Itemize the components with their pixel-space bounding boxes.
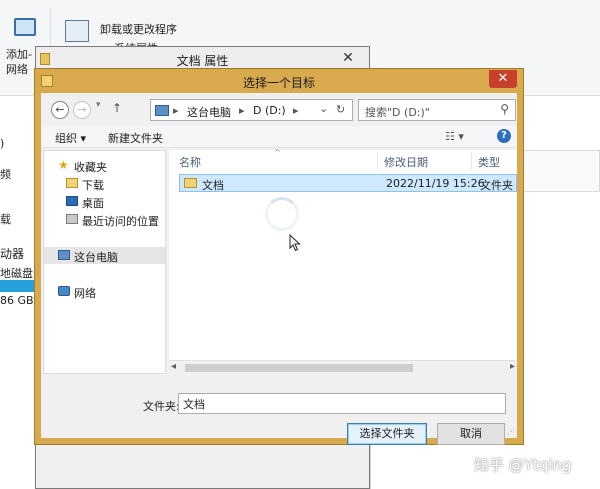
up-button[interactable]: ↑ — [112, 101, 122, 115]
breadcrumb-d-drive[interactable]: D (D:) — [253, 104, 286, 117]
uninstall-program-link[interactable]: 卸载或更改程序 — [100, 21, 177, 37]
star-icon: ★ — [58, 158, 69, 172]
search-icon[interactable]: ⚲ — [500, 102, 509, 116]
breadcrumb-separator[interactable]: ▸ — [293, 104, 299, 117]
recent-places-icon — [66, 214, 78, 224]
back-button[interactable]: ← — [51, 101, 69, 119]
close-button[interactable]: ✕ — [489, 70, 517, 88]
select-folder-button[interactable]: 选择文件夹 — [347, 423, 427, 445]
loading-spinner-icon — [265, 197, 299, 231]
computer-icon — [155, 105, 169, 116]
sidebar-item-label: 下载 — [82, 179, 104, 192]
forward-button[interactable]: → — [73, 101, 91, 119]
ribbon-add-label: 添加- — [6, 48, 32, 61]
sidebar-item-downloads[interactable]: 下载 — [44, 175, 165, 192]
refresh-icon[interactable]: ↻ — [336, 103, 345, 116]
sidebar-item-this-pc[interactable]: 这台电脑 — [44, 247, 165, 264]
sidebar-item-label: 桌面 — [82, 197, 104, 210]
folder-field-label: 文件夹: — [143, 400, 180, 413]
dialog-titlebar: 选择一个目标 ✕ — [35, 69, 523, 93]
command-bar: 组织 ▾ 新建文件夹 ☷ ▾ ? — [41, 126, 517, 148]
download-folder-icon — [66, 178, 78, 188]
bg-left-label: 86 GB — [0, 294, 34, 307]
dialog-title: 选择一个目标 — [242, 76, 315, 90]
sidebar-item-recent[interactable]: 最近访问的位置 — [44, 211, 165, 228]
sidebar-item-desktop[interactable]: 桌面 — [44, 193, 165, 210]
scroll-right-icon[interactable]: ▸ — [510, 361, 515, 372]
column-header-type[interactable]: 类型 — [478, 154, 500, 176]
dialog-footer: 文件夹: 选择文件夹 取消 ⋰ — [41, 376, 517, 445]
sidebar-item-label: 网络 — [74, 287, 96, 300]
column-separator[interactable] — [471, 152, 472, 170]
dialog-body: ← → ▾ ↑ ▸ 这台电脑 ▸ D (D:) ▸ ⌄ ↻ 搜索"D (D:)"… — [41, 93, 517, 445]
sidebar-item-favorites[interactable]: ★ 收藏夹 — [44, 157, 165, 174]
bg-left-label: ) — [0, 137, 5, 150]
bg-left-heading: 动器 — [0, 247, 25, 261]
sort-indicator: ^ — [274, 148, 281, 157]
desktop-icon — [66, 196, 78, 206]
search-input[interactable]: 搜索"D (D:)" ⚲ — [358, 99, 516, 121]
control-panel-icon — [65, 20, 89, 42]
properties-title: 文档 属性 — [176, 54, 229, 68]
bg-left-label: 载 — [0, 213, 11, 226]
sidebar-item-label: 最近访问的位置 — [82, 215, 159, 228]
help-icon[interactable]: ? — [497, 129, 511, 143]
column-header-modified[interactable]: 修改日期 — [384, 154, 428, 176]
sidebar-item-label: 收藏夹 — [74, 161, 107, 174]
drive-usage-bar — [0, 280, 34, 292]
zhihu-watermark: 知乎 @Ytqing — [474, 456, 572, 474]
close-button[interactable]: ✕ — [335, 49, 361, 67]
resize-grip-icon[interactable]: ⋰ — [507, 427, 515, 436]
breadcrumb-this-pc[interactable]: 这台电脑 — [187, 104, 231, 120]
breadcrumb-separator[interactable]: ▸ — [239, 104, 245, 117]
file-modified: 2022/11/19 15:26 — [386, 177, 485, 190]
bg-left-label[interactable]: 地磁盘 — [0, 265, 33, 281]
ribbon-network-label: 网络 — [6, 63, 28, 76]
file-type: 文件夹 — [480, 179, 513, 192]
scrollbar-thumb[interactable] — [185, 364, 413, 372]
folder-name-field[interactable] — [178, 393, 506, 414]
file-list: ^ 名称 修改日期 类型 文档 2022/11/19 15:26 文件夹 — [169, 148, 517, 374]
horizontal-scrollbar[interactable]: ◂ ▸ — [169, 360, 517, 374]
network-icon — [58, 286, 70, 296]
column-separator[interactable] — [377, 152, 378, 170]
breadcrumb-separator[interactable]: ▸ — [173, 104, 179, 117]
computer-icon — [58, 250, 70, 260]
cancel-button[interactable]: 取消 — [437, 423, 505, 445]
address-dropdown-icon[interactable]: ⌄ — [319, 102, 328, 115]
search-placeholder: 搜索"D (D:)" — [365, 106, 430, 119]
scroll-left-icon[interactable]: ◂ — [171, 361, 176, 372]
organize-menu[interactable]: 组织 ▾ — [55, 130, 86, 146]
chevron-down-icon[interactable]: ▾ — [96, 100, 101, 110]
table-row[interactable]: 文档 2022/11/19 15:26 文件夹 — [179, 174, 517, 192]
mouse-cursor-icon — [289, 234, 301, 252]
address-bar[interactable]: ▸ 这台电脑 ▸ D (D:) ▸ ⌄ ↻ — [150, 99, 353, 121]
select-folder-dialog: 选择一个目标 ✕ ← → ▾ ↑ ▸ 这台电脑 ▸ D (D:) ▸ ⌄ ↻ 搜… — [34, 68, 524, 445]
navigation-pane: ★ 收藏夹 下载 桌面 最近访问的位置 这台电脑 网络 — [43, 150, 166, 374]
folder-icon — [184, 178, 197, 188]
computer-icon — [14, 18, 36, 36]
sidebar-item-label: 这台电脑 — [74, 251, 118, 264]
sidebar-item-network[interactable]: 网络 — [44, 283, 165, 300]
bg-left-label: 频 — [0, 168, 11, 181]
view-options-button[interactable]: ☷ ▾ — [445, 130, 464, 143]
file-name: 文档 — [202, 179, 224, 192]
column-header-name[interactable]: 名称 — [179, 154, 201, 176]
new-folder-button[interactable]: 新建文件夹 — [108, 130, 163, 146]
